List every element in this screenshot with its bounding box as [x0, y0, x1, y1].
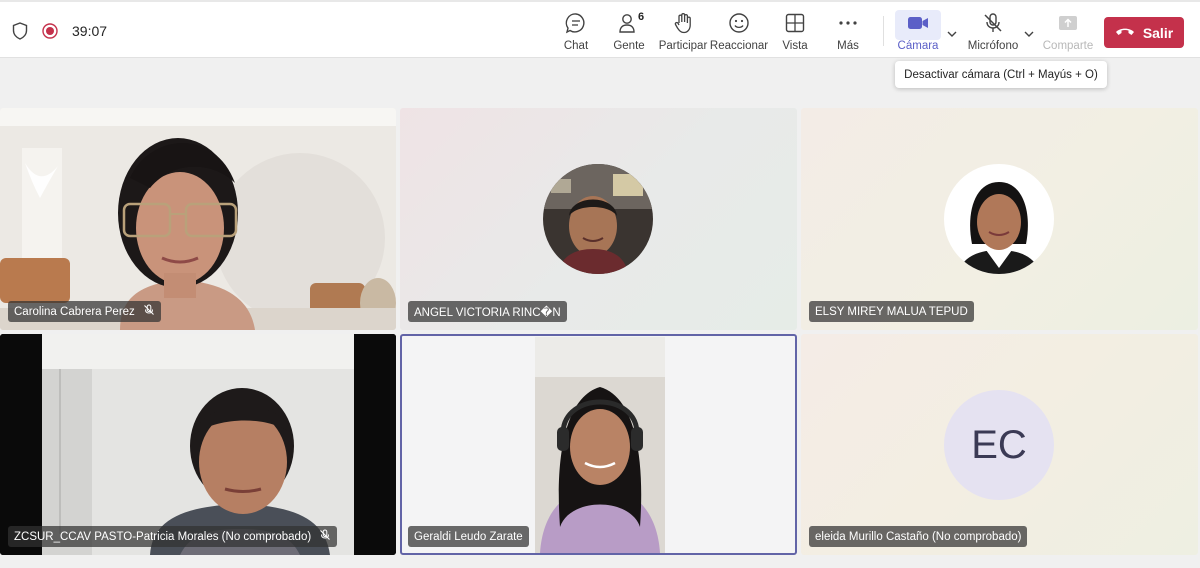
emoji-icon	[728, 12, 750, 34]
participant-tile[interactable]: ANGEL VICTORIA RINC�N	[400, 108, 797, 330]
share-button[interactable]: Comparte	[1041, 12, 1095, 56]
shield-icon[interactable]	[12, 22, 28, 40]
microphone-button[interactable]: Micrófono	[966, 12, 1020, 56]
participant-name: eleida Murillo Castaño (No comprobado)	[815, 530, 1022, 543]
camera-label: Cámara	[897, 40, 939, 52]
view-label: Vista	[782, 40, 808, 52]
participant-tile[interactable]: ZCSUR_CCAV PASTO-Patricia Morales (No co…	[0, 334, 396, 555]
camera-icon	[906, 12, 930, 34]
camera-options-chevron-icon[interactable]	[946, 26, 958, 44]
grid-view-icon	[784, 12, 806, 34]
leave-button[interactable]: Salir	[1104, 17, 1184, 48]
participant-avatar	[944, 164, 1054, 274]
participant-video	[0, 334, 396, 555]
meeting-toolbar: 39:07 Chat 6 Gente Participar Reaccionar…	[0, 0, 1200, 58]
participant-video	[0, 108, 396, 330]
participant-name-tag: ANGEL VICTORIA RINC�N	[408, 301, 567, 322]
share-label: Comparte	[1042, 40, 1094, 52]
participant-name: ELSY MIREY MALUA TEPUD	[815, 305, 968, 318]
more-button[interactable]: Más	[821, 12, 875, 56]
mic-muted-icon	[982, 12, 1004, 34]
recording-icon	[42, 23, 58, 39]
leave-label: Salir	[1142, 24, 1174, 41]
raise-hand-button[interactable]: Participar	[656, 12, 710, 56]
people-count: 6	[638, 11, 645, 23]
share-screen-icon	[1057, 12, 1079, 34]
participant-name: ANGEL VICTORIA RINC�N	[414, 306, 561, 319]
raise-hand-label: Participar	[658, 40, 708, 52]
microphone-label: Micrófono	[967, 40, 1019, 52]
people-button[interactable]: 6 Gente	[602, 11, 656, 56]
participant-name: Carolina Cabrera Perez	[14, 305, 135, 318]
chat-label: Chat	[563, 40, 589, 52]
people-icon: 6	[618, 11, 644, 34]
meeting-timer: 39:07	[72, 23, 108, 39]
participant-tile[interactable]: Carolina Cabrera Perez	[0, 108, 396, 330]
react-button[interactable]: Reaccionar	[709, 12, 769, 56]
participant-avatar	[543, 164, 653, 274]
participant-initials-avatar: EC	[944, 390, 1054, 500]
participant-name-tag: eleida Murillo Castaño (No comprobado)	[809, 526, 1028, 547]
camera-tooltip: Desactivar cámara (Ctrl + Mayús + O)	[895, 61, 1107, 88]
participant-name-tag: Carolina Cabrera Perez	[8, 301, 161, 322]
participant-name: ZCSUR_CCAV PASTO-Patricia Morales (No co…	[14, 530, 312, 543]
participant-name-tag: ELSY MIREY MALUA TEPUD	[809, 301, 974, 322]
chat-button[interactable]: Chat	[549, 12, 603, 56]
participant-name-tag: Geraldi Leudo Zarate	[408, 526, 529, 547]
raise-hand-icon	[672, 12, 694, 34]
participant-tile-active[interactable]: Geraldi Leudo Zarate	[400, 334, 797, 555]
camera-button[interactable]: Cámara	[891, 12, 945, 56]
mic-muted-icon	[319, 529, 331, 544]
mic-options-chevron-icon[interactable]	[1023, 26, 1035, 44]
more-icon	[837, 12, 859, 34]
hang-up-icon	[1115, 25, 1135, 41]
people-label: Gente	[613, 40, 645, 52]
mic-muted-icon	[143, 304, 155, 319]
participant-name: Geraldi Leudo Zarate	[414, 530, 523, 543]
participant-tile[interactable]: EC eleida Murillo Castaño (No comprobado…	[801, 334, 1198, 555]
view-button[interactable]: Vista	[768, 12, 822, 56]
toolbar-divider	[883, 16, 884, 46]
chat-icon	[565, 12, 587, 34]
meeting-status: 39:07	[12, 22, 107, 40]
participant-tile[interactable]: ELSY MIREY MALUA TEPUD	[801, 108, 1198, 330]
participant-video	[535, 337, 665, 553]
participant-name-tag: ZCSUR_CCAV PASTO-Patricia Morales (No co…	[8, 526, 338, 547]
more-label: Más	[837, 40, 859, 52]
react-label: Reaccionar	[709, 40, 769, 52]
